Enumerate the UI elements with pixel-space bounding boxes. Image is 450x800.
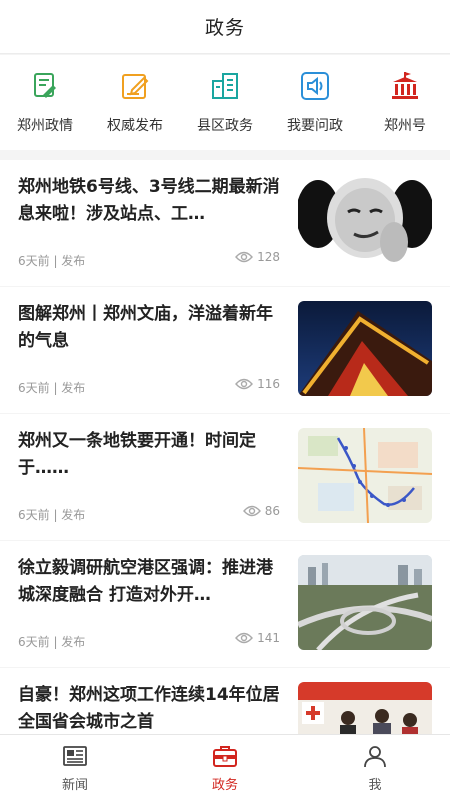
person-icon [364, 746, 386, 768]
news-thumbnail-interchange [298, 555, 432, 650]
speaker-icon [298, 69, 332, 103]
edit-square-icon [118, 69, 152, 103]
quick-nav-label: 我要问政 [287, 118, 343, 134]
news-title: 图解郑州丨郑州文庙，洋溢着新年的气息 [18, 304, 273, 351]
quick-nav-item-xianqu[interactable]: 县区政务 [183, 69, 267, 135]
news-feed[interactable]: 郑州地铁6号线、3号线二期最新消息来啦！涉及站点、工… 6天前 | 发布 128 [0, 160, 450, 734]
quick-nav-item-quanwei[interactable]: 权威发布 [93, 69, 177, 135]
tab-label: 政务 [211, 778, 238, 793]
news-card[interactable]: 郑州地铁6号线、3号线二期最新消息来啦！涉及站点、工… 6天前 | 发布 128 [0, 160, 450, 286]
view-count-value: 86 [264, 504, 280, 518]
app-screen: 政务 郑州政情 权威发布 县区政务 我要问政 郑州号 郑州地铁6号线、3号线二期… [0, 0, 450, 800]
view-count: 116 [235, 377, 280, 391]
eye-icon [235, 378, 254, 390]
tab-label: 新闻 [61, 778, 88, 793]
news-meta: 6天前 | 发布 [18, 254, 86, 268]
view-count-value: 141 [257, 631, 280, 645]
quick-nav-item-wenzheng[interactable]: 我要问政 [273, 69, 357, 135]
tab-label: 我 [368, 778, 382, 793]
newspaper-icon [63, 746, 87, 766]
news-title: 徐立毅调研航空港区强调：推进港城深度融合 打造对外开… [18, 558, 273, 605]
view-count: 128 [235, 250, 280, 264]
news-meta: 6天前 | 发布 [18, 508, 86, 522]
news-card[interactable]: 图解郑州丨郑州文庙，洋溢着新年的气息 6天前 | 发布 116 [0, 287, 450, 413]
view-count: 141 [235, 631, 280, 645]
view-count: 86 [242, 504, 280, 518]
quick-nav-label: 郑州号 [384, 118, 426, 134]
news-thumbnail-temple [298, 301, 432, 396]
news-title: 自豪！郑州这项工作连续14年位居全国省会城市之首 [18, 685, 280, 732]
news-meta: 6天前 | 发布 [18, 381, 86, 395]
tab-news[interactable]: 新闻 [25, 735, 125, 800]
quick-nav: 郑州政情 权威发布 县区政务 我要问政 郑州号 [0, 55, 450, 150]
eye-icon [235, 632, 254, 644]
news-thumbnail-map [298, 428, 432, 523]
eye-icon [242, 505, 261, 517]
page-title: 政务 [204, 17, 245, 39]
building-doc-icon [208, 69, 242, 103]
quick-nav-item-zhengzhouhao[interactable]: 郑州号 [363, 69, 447, 135]
news-meta: 6天前 | 发布 [18, 635, 86, 649]
view-count-value: 128 [257, 250, 280, 264]
news-card[interactable]: 郑州又一条地铁要开通！时间定于…… 6天前 | 发布 86 [0, 414, 450, 540]
news-title: 郑州地铁6号线、3号线二期最新消息来啦！涉及站点、工… [18, 177, 280, 224]
news-card[interactable]: 自豪！郑州这项工作连续14年位居全国省会城市之首 [0, 668, 450, 734]
news-card[interactable]: 徐立毅调研航空港区强调：推进港城深度融合 打造对外开… 6天前 | 发布 141 [0, 541, 450, 667]
news-thumbnail-meme [298, 174, 432, 269]
bottom-tab-bar: 新闻 政务 我 [0, 734, 450, 800]
eye-icon [235, 251, 254, 263]
news-title: 郑州又一条地铁要开通！时间定于…… [18, 431, 256, 478]
quick-nav-label: 权威发布 [107, 118, 163, 134]
news-thumbnail-award [298, 682, 432, 734]
tab-me[interactable]: 我 [325, 735, 425, 800]
quick-nav-label: 县区政务 [197, 118, 253, 134]
top-bar: 政务 [0, 0, 450, 54]
pen-document-icon [28, 69, 62, 103]
briefcase-icon [213, 746, 237, 767]
view-count-value: 116 [257, 377, 280, 391]
tab-government[interactable]: 政务 [175, 735, 275, 800]
quick-nav-item-zhengqing[interactable]: 郑州政情 [3, 69, 87, 135]
quick-nav-label: 郑州政情 [17, 118, 73, 134]
government-building-icon [388, 69, 422, 103]
